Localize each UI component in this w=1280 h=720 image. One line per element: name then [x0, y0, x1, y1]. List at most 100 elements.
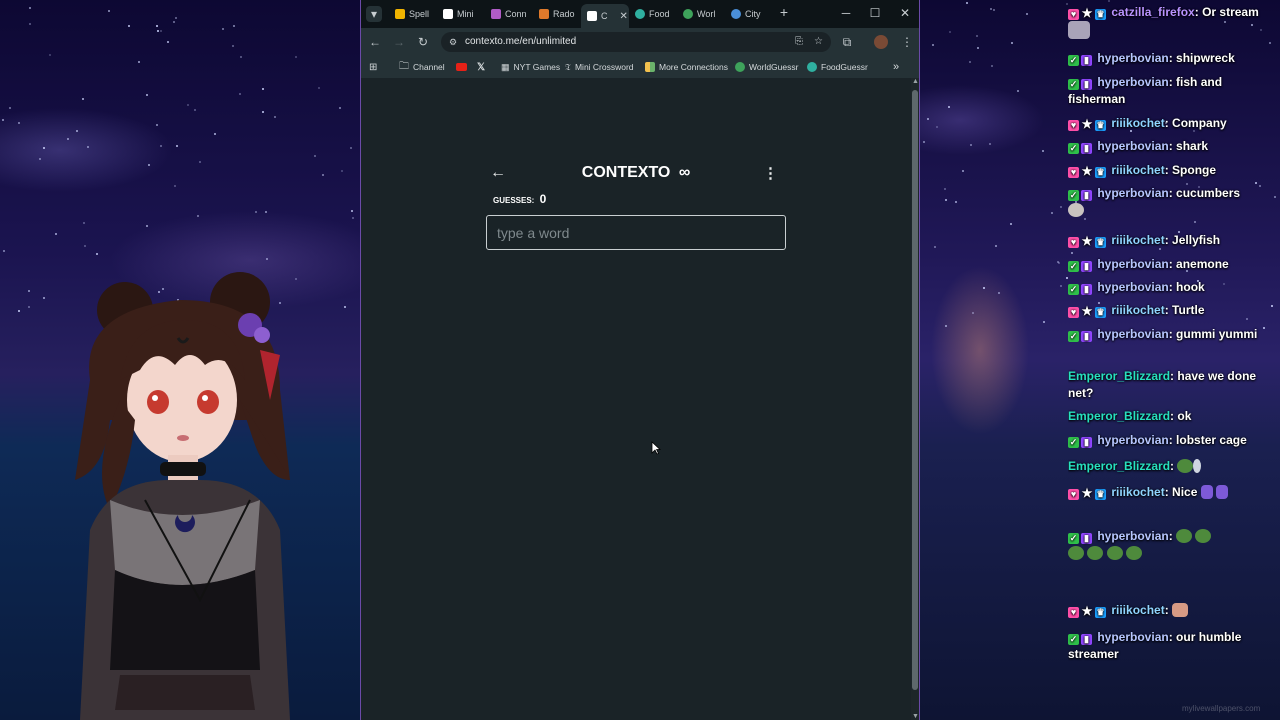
prime-badge-icon: ▮: [1081, 79, 1092, 90]
star-decoration: [351, 209, 354, 212]
check-badge-icon: ✓: [1068, 143, 1079, 154]
tab-city[interactable]: City: [725, 4, 773, 24]
new-tab-button[interactable]: +: [777, 4, 791, 20]
globe-icon: [683, 9, 693, 19]
star-decoration: [38, 157, 41, 160]
chat-username: riiikochet: [1111, 116, 1165, 130]
tab-foodguessr[interactable]: Food: [629, 4, 677, 24]
scroll-up-icon[interactable]: ▲: [912, 78, 919, 85]
chat-message: Emperor_Blizzard: ok: [1068, 409, 1192, 423]
star-decoration: [931, 44, 934, 47]
youtube-icon: [456, 63, 467, 71]
tab-contexto[interactable]: C ✕: [581, 4, 629, 28]
star-badge-icon: ★: [1081, 164, 1093, 178]
guesses-label: GUESSES:: [493, 196, 535, 205]
chat-text: anemone: [1176, 257, 1229, 271]
chat-message: ♥ ★ ♛ riiikochet: Nice: [1068, 484, 1272, 501]
star-decoration: [214, 132, 217, 135]
bookmark-mini-crossword[interactable]: 𝔗 Mini Crossword: [565, 60, 634, 74]
close-tab-icon[interactable]: ✕: [620, 11, 628, 22]
star-decoration: [274, 116, 277, 119]
install-app-icon[interactable]: ⎘: [795, 32, 803, 52]
word-input[interactable]: [486, 215, 786, 250]
bookmark-label: FoodGuessr: [821, 62, 868, 72]
tab-search-button[interactable]: ▾: [366, 6, 382, 22]
scrollbar-thumb[interactable]: [912, 90, 918, 690]
chat-username: hyperbovian: [1097, 280, 1169, 294]
spelling-bee-icon: [395, 9, 405, 19]
tab-label: Spell: [409, 9, 430, 19]
chat-username: riiikochet: [1111, 233, 1165, 247]
forward-icon[interactable]: →: [391, 34, 407, 50]
pepe-emote-icon: [1106, 546, 1123, 560]
tab-label: City: [745, 9, 761, 19]
prime-badge-icon: ▮: [1081, 190, 1092, 201]
chat-username: hyperbovian: [1097, 139, 1169, 153]
apps-icon[interactable]: ⊞: [369, 60, 377, 74]
star-decoration: [42, 296, 45, 299]
tab-connections[interactable]: Conn: [485, 4, 533, 24]
tab-radio[interactable]: Rado: [533, 4, 581, 24]
star-decoration: [160, 144, 162, 147]
scroll-down-icon[interactable]: ▼: [912, 713, 919, 720]
star-decoration: [17, 309, 20, 312]
star-decoration: [175, 17, 178, 20]
chat-text: Turtle: [1172, 303, 1205, 317]
kebab-menu-icon[interactable]: ⋮: [763, 164, 778, 182]
page-scrollbar[interactable]: ▲ ▼: [911, 78, 919, 720]
heart-badge-icon: ♥: [1068, 167, 1079, 178]
chat-username: hyperbovian: [1097, 257, 1169, 271]
bookmark-x[interactable]: 𝕏: [477, 60, 485, 74]
crown-badge-icon: ♛: [1095, 307, 1106, 318]
prime-badge-icon: ▮: [1081, 331, 1092, 342]
reload-icon[interactable]: ↻: [415, 34, 431, 50]
star-decoration: [1059, 284, 1062, 287]
more-bookmarks-button[interactable]: »: [893, 60, 899, 74]
star-decoration: [145, 93, 148, 96]
bookmark-more-connections[interactable]: More Connections: [645, 60, 728, 74]
chat-text: Jellyfish: [1172, 233, 1221, 247]
bookmark-channel[interactable]: 🗀 Channel: [399, 60, 445, 74]
watermark: mylivewallpapers.com: [1182, 704, 1261, 713]
star-decoration: [107, 9, 110, 12]
bookmark-star-icon[interactable]: ☆: [814, 32, 823, 52]
star-decoration: [318, 87, 321, 90]
star-decoration: [127, 25, 130, 28]
chat-message: ✓ ▮ hyperbovian: anemone: [1068, 257, 1229, 272]
prime-badge-icon: ▮: [1081, 55, 1092, 66]
bookmark-youtube[interactable]: [456, 60, 467, 74]
crown-badge-icon: ♛: [1095, 120, 1106, 131]
extensions-icon[interactable]: ⧉: [839, 34, 855, 50]
profile-avatar[interactable]: [874, 35, 888, 49]
star-decoration: [146, 224, 149, 227]
prime-badge-icon: ▮: [1081, 533, 1092, 544]
star-decoration: [970, 144, 972, 147]
tab-worldguessr[interactable]: Worl: [677, 4, 725, 24]
chat-message: ✓ ▮ hyperbovian: hook: [1068, 280, 1205, 295]
bookmark-nyt-games[interactable]: ▦ NYT Games: [501, 60, 560, 74]
star-decoration: [254, 210, 257, 213]
star-decoration: [28, 305, 31, 308]
star-decoration: [1059, 205, 1062, 208]
chat-message: ♥ ★ ♛ riiikochet: Turtle: [1068, 302, 1272, 319]
tab-mini[interactable]: Mini: [437, 4, 485, 24]
minimize-icon[interactable]: ─: [839, 6, 853, 20]
bookmark-worldguessr[interactable]: WorldGuessr: [735, 60, 798, 74]
back-icon[interactable]: ←: [367, 34, 383, 50]
close-window-icon[interactable]: ✕: [898, 6, 912, 20]
star-decoration: [221, 28, 224, 31]
bookmark-foodguessr[interactable]: FoodGuessr: [807, 60, 868, 74]
mouse-cursor-icon: [651, 441, 661, 455]
address-bar[interactable]: ⚙ contexto.me/en/unlimited ⎘ ☆: [441, 32, 831, 52]
tab-spell[interactable]: Spell: [389, 4, 437, 24]
browser-menu-icon[interactable]: ⋮: [899, 34, 915, 50]
site-info-icon[interactable]: ⚙: [449, 32, 457, 52]
chat-username: hyperbovian: [1097, 433, 1169, 447]
maximize-icon[interactable]: ☐: [868, 6, 882, 20]
bookmark-label: Channel: [413, 62, 445, 72]
star-decoration: [954, 200, 957, 203]
chat-message: ✓ ▮ hyperbovian: shipwreck: [1068, 51, 1235, 66]
star-decoration: [156, 24, 159, 27]
star-decoration: [1274, 196, 1277, 199]
connections-icon: [491, 9, 501, 19]
